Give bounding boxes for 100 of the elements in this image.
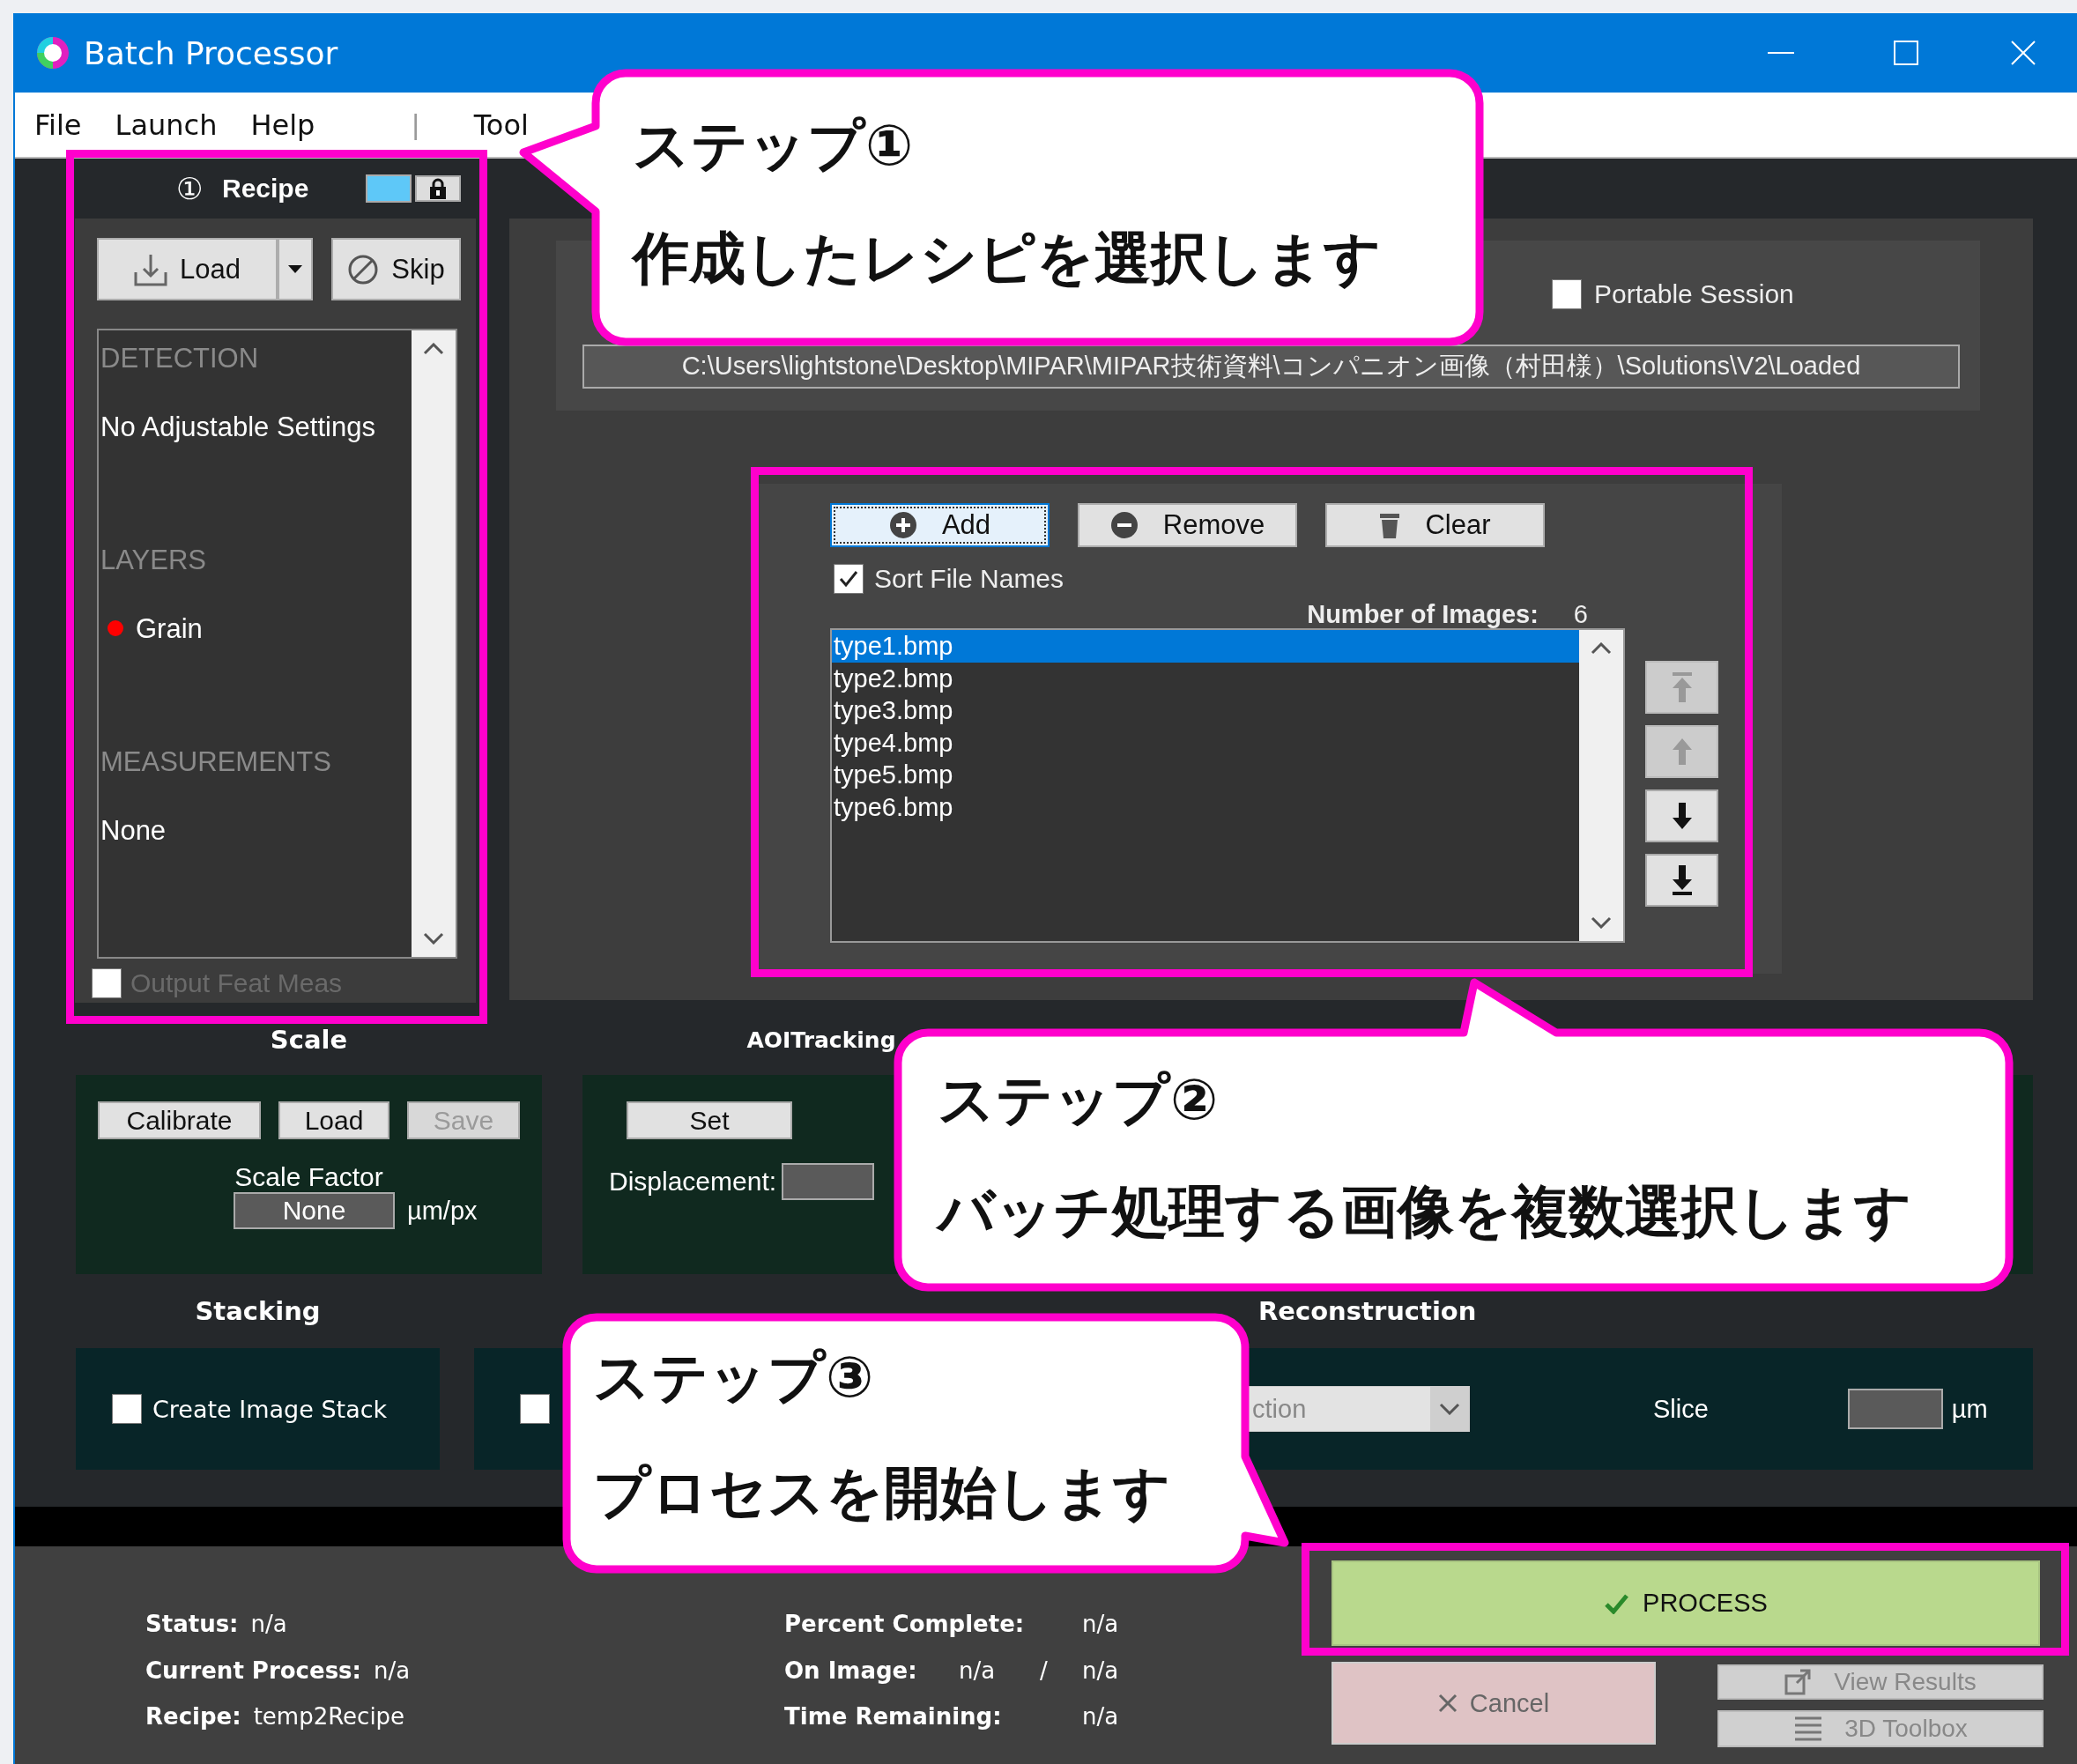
set-button[interactable]: Set bbox=[627, 1101, 792, 1139]
section-title: Reconstruction bbox=[1258, 1296, 1477, 1326]
image-list-row[interactable]: type5.bmp bbox=[832, 759, 1579, 791]
status-label: Status: bbox=[145, 1611, 239, 1638]
section-title: AOITracking bbox=[745, 1026, 897, 1055]
field-label: Displacement: bbox=[609, 1167, 777, 1197]
menu-item[interactable]: File bbox=[34, 107, 82, 142]
callout-title: ステップ② bbox=[938, 1067, 1219, 1132]
scrollbar[interactable] bbox=[412, 330, 456, 957]
callout-text: 作成したレシピを選択します bbox=[633, 226, 1382, 291]
process-button[interactable]: PROCESS bbox=[1332, 1560, 2040, 1646]
status-value: n/a bbox=[1082, 1611, 1119, 1638]
section-title: Scale bbox=[269, 1024, 349, 1056]
window-title: Batch Processor bbox=[84, 34, 338, 71]
section-title: Stacking bbox=[194, 1295, 322, 1328]
chevron-up-icon[interactable] bbox=[1591, 642, 1612, 655]
status-value: n/a bbox=[959, 1657, 997, 1684]
list-icon bbox=[1793, 1716, 1824, 1742]
arrow-down-icon bbox=[1670, 803, 1694, 829]
menu-item[interactable]: Launch bbox=[115, 107, 218, 142]
x-icon bbox=[1437, 1694, 1458, 1713]
field-label: Scale Factor bbox=[234, 1162, 384, 1192]
chevron-down-icon[interactable] bbox=[1439, 1403, 1460, 1415]
unit-label: µm/px bbox=[407, 1196, 478, 1226]
download-icon bbox=[134, 252, 167, 286]
chevron-up-icon[interactable] bbox=[423, 343, 444, 355]
lock-button[interactable] bbox=[415, 175, 462, 202]
callout-text: プロセスを開始します bbox=[593, 1460, 1171, 1525]
minimize-icon bbox=[1768, 51, 1794, 55]
checkbox-label: Create Image Stack bbox=[152, 1395, 388, 1423]
checkbox-label: Portable Session bbox=[1594, 279, 1794, 309]
status-label: Time Remaining: bbox=[784, 1703, 1003, 1731]
callout-text: バッチ処理する画像を複数選択します bbox=[938, 1179, 1912, 1244]
trash-icon bbox=[1379, 511, 1401, 539]
skip-button[interactable]: Skip bbox=[331, 238, 461, 300]
status-value: temp2Recipe bbox=[253, 1703, 405, 1731]
panel-title: Recipe bbox=[222, 174, 309, 204]
menu-item[interactable]: Help bbox=[250, 107, 315, 142]
status-value: n/a bbox=[1082, 1657, 1119, 1684]
scale-factor-field[interactable]: None bbox=[234, 1192, 395, 1229]
prohibited-icon bbox=[347, 253, 380, 285]
export-icon bbox=[1784, 1669, 1814, 1695]
status-label: On Image: bbox=[784, 1657, 918, 1684]
displacement-field[interactable] bbox=[782, 1163, 875, 1200]
menu-separator: | bbox=[412, 108, 419, 141]
minus-circle-icon bbox=[1109, 511, 1139, 539]
remove-button[interactable]: Remove bbox=[1078, 503, 1297, 547]
image-list-row[interactable]: type3.bmp bbox=[832, 694, 1579, 727]
add-button[interactable]: Add bbox=[830, 503, 1050, 547]
caret-icon bbox=[288, 265, 302, 273]
image-list-row[interactable]: type4.bmp bbox=[832, 726, 1579, 759]
image-list-row[interactable]: type1.bmp bbox=[832, 630, 1579, 663]
checkbox[interactable] bbox=[1552, 279, 1582, 309]
scrollbar[interactable] bbox=[1579, 630, 1623, 941]
scale-button[interactable]: Calibrate bbox=[98, 1101, 261, 1139]
maximize-icon bbox=[1894, 41, 1918, 65]
check-icon bbox=[1604, 1592, 1629, 1614]
setting-text: None bbox=[100, 815, 167, 847]
dropdown-button[interactable] bbox=[278, 238, 313, 300]
callout-title: ステップ① bbox=[633, 113, 914, 178]
image-list-row[interactable]: type6.bmp bbox=[832, 790, 1579, 823]
move-button[interactable] bbox=[1645, 854, 1718, 907]
section-heading: LAYERS bbox=[100, 545, 208, 577]
section-heading: MEASUREMENTS bbox=[100, 746, 332, 779]
image-count: 6 bbox=[1573, 599, 1588, 629]
lock-icon bbox=[429, 178, 448, 199]
chevron-down-icon[interactable] bbox=[1591, 916, 1612, 929]
checkbox[interactable] bbox=[520, 1394, 550, 1424]
plus-circle-icon bbox=[888, 511, 917, 539]
menu-item[interactable]: Tool bbox=[473, 107, 529, 142]
scale-button[interactable]: Load bbox=[278, 1101, 389, 1139]
checkbox[interactable] bbox=[834, 564, 864, 594]
setting-text: Grain bbox=[136, 613, 203, 645]
slash-separator: / bbox=[1040, 1657, 1049, 1684]
section-heading: DETECTION bbox=[100, 343, 260, 375]
callout-title: ステップ③ bbox=[593, 1345, 874, 1410]
status-label: Recipe: bbox=[145, 1703, 241, 1731]
clear-button[interactable]: Clear bbox=[1325, 503, 1545, 547]
arrow-up-icon bbox=[1670, 738, 1694, 765]
step-number: ① bbox=[176, 171, 203, 206]
arrow-to-bottom-icon bbox=[1670, 865, 1694, 895]
move-button[interactable] bbox=[1645, 789, 1718, 842]
image-list-row[interactable]: type2.bmp bbox=[832, 662, 1579, 694]
path-field[interactable]: C:\Users\lightstone\Desktop\MIPAR\MIPAR技術資料\コンパニオン画像（村田様）\Solutions\V2\Loaded bbox=[582, 345, 1960, 389]
status-value: n/a bbox=[374, 1657, 411, 1684]
field-label: Slice bbox=[1653, 1394, 1709, 1424]
status-label: Percent Complete: bbox=[784, 1611, 1026, 1638]
app-logo-icon bbox=[36, 36, 70, 70]
status-value: n/a bbox=[250, 1611, 287, 1638]
count-label: Number of Images: bbox=[1307, 599, 1539, 629]
slice-field[interactable] bbox=[1847, 1389, 1943, 1429]
load-button[interactable]: Load bbox=[97, 238, 278, 300]
chevron-down-icon[interactable] bbox=[423, 932, 444, 945]
unit-label: µm bbox=[1951, 1394, 1988, 1424]
setting-text: No Adjustable Settings bbox=[100, 411, 375, 443]
status-label: Current Process: bbox=[145, 1657, 361, 1684]
checkbox[interactable] bbox=[112, 1394, 142, 1424]
checkbox-label: Sort File Names bbox=[874, 564, 1064, 594]
status-value: n/a bbox=[1082, 1703, 1119, 1731]
color-swatch[interactable] bbox=[366, 174, 412, 203]
